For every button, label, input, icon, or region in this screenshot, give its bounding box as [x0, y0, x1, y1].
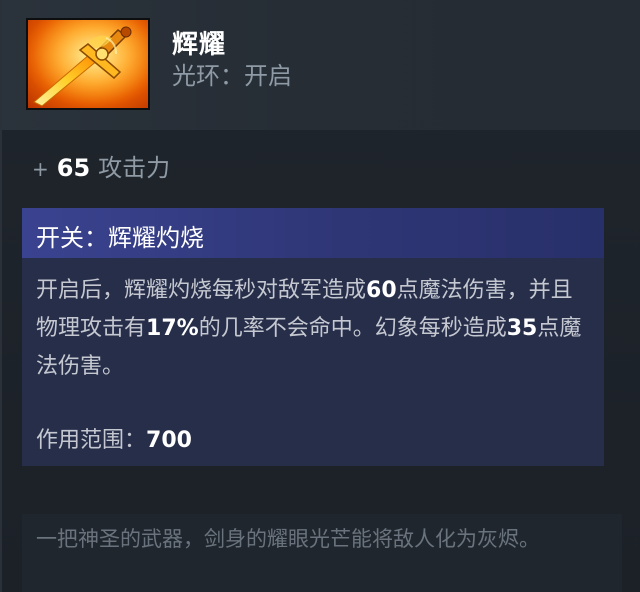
- aura-status: 光环：开启: [172, 62, 292, 90]
- ability-panel: 开关：辉耀灼烧 开启后，辉耀灼烧每秒对敌军造成60点魔法伤害，并且物理攻击有17…: [22, 208, 604, 466]
- ability-range-label: 作用范围：: [36, 428, 147, 453]
- stat-value: 65: [56, 154, 91, 182]
- lore-text: 一把神圣的武器，剑身的耀眼光芒能将敌人化为灰烬。: [36, 527, 540, 551]
- ability-description: 开启后，辉耀灼烧每秒对敌军造成60点魔法伤害，并且物理攻击有17%的几率不会命中…: [36, 272, 592, 386]
- lore-panel: 一把神圣的武器，剑身的耀眼光芒能将敌人化为灰烬。: [22, 514, 622, 592]
- radiance-sword-icon: [26, 18, 150, 110]
- stat-attack-damage: +65 攻击力: [32, 148, 170, 183]
- ability-title: 开关：辉耀灼烧: [36, 224, 204, 252]
- ability-desc-text: 开启后，辉耀灼烧每秒对敌军造成: [36, 278, 367, 303]
- ability-illusion-damage-value: 35: [506, 316, 538, 341]
- ability-range: 作用范围：700: [36, 422, 192, 454]
- stat-label: 攻击力: [98, 154, 171, 182]
- ability-miss-chance-value: 17%: [146, 316, 199, 341]
- ability-range-value: 700: [146, 428, 192, 453]
- stat-plus-sign: +: [32, 157, 49, 181]
- tooltip-header: 辉耀 光环：开启: [2, 0, 640, 130]
- item-tooltip: 辉耀 光环：开启 +65 攻击力 开关：辉耀灼烧 开启后，辉耀灼烧每秒对敌军造成6…: [0, 0, 640, 592]
- ability-header: 开关：辉耀灼烧: [22, 208, 604, 258]
- ability-damage-value: 60: [366, 278, 397, 303]
- ability-desc-text: 的几率不会命中。幻象每秒造成: [198, 316, 507, 341]
